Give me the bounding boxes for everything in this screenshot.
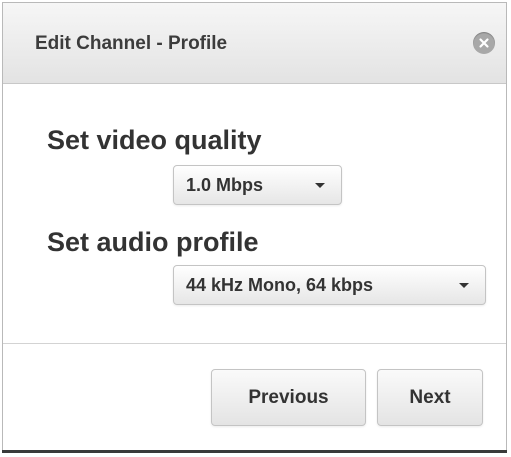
video-quality-value: 1.0 Mbps — [186, 174, 264, 195]
audio-profile-value: 44 kHz Mono, 64 kbps — [186, 274, 374, 295]
audio-profile-label: Set audio profile — [47, 227, 259, 257]
dialog-bottom-edge — [2, 450, 507, 453]
previous-button[interactable]: Previous — [211, 369, 366, 426]
video-quality-label: Set video quality — [47, 125, 262, 155]
video-quality-dropdown[interactable]: 1.0 Mbps — [173, 165, 342, 205]
chevron-down-icon — [315, 183, 325, 188]
chevron-down-icon — [459, 283, 469, 288]
audio-profile-dropdown[interactable]: 44 kHz Mono, 64 kbps — [173, 265, 486, 305]
dialog-header: Edit Channel - Profile — [3, 3, 506, 84]
next-button[interactable]: Next — [377, 369, 483, 426]
close-icon — [479, 38, 489, 48]
edit-channel-dialog: Edit Channel - Profile Set video quality… — [2, 2, 507, 452]
footer-divider — [3, 343, 506, 344]
dialog-title: Edit Channel - Profile — [35, 33, 228, 54]
close-button[interactable] — [473, 32, 495, 54]
